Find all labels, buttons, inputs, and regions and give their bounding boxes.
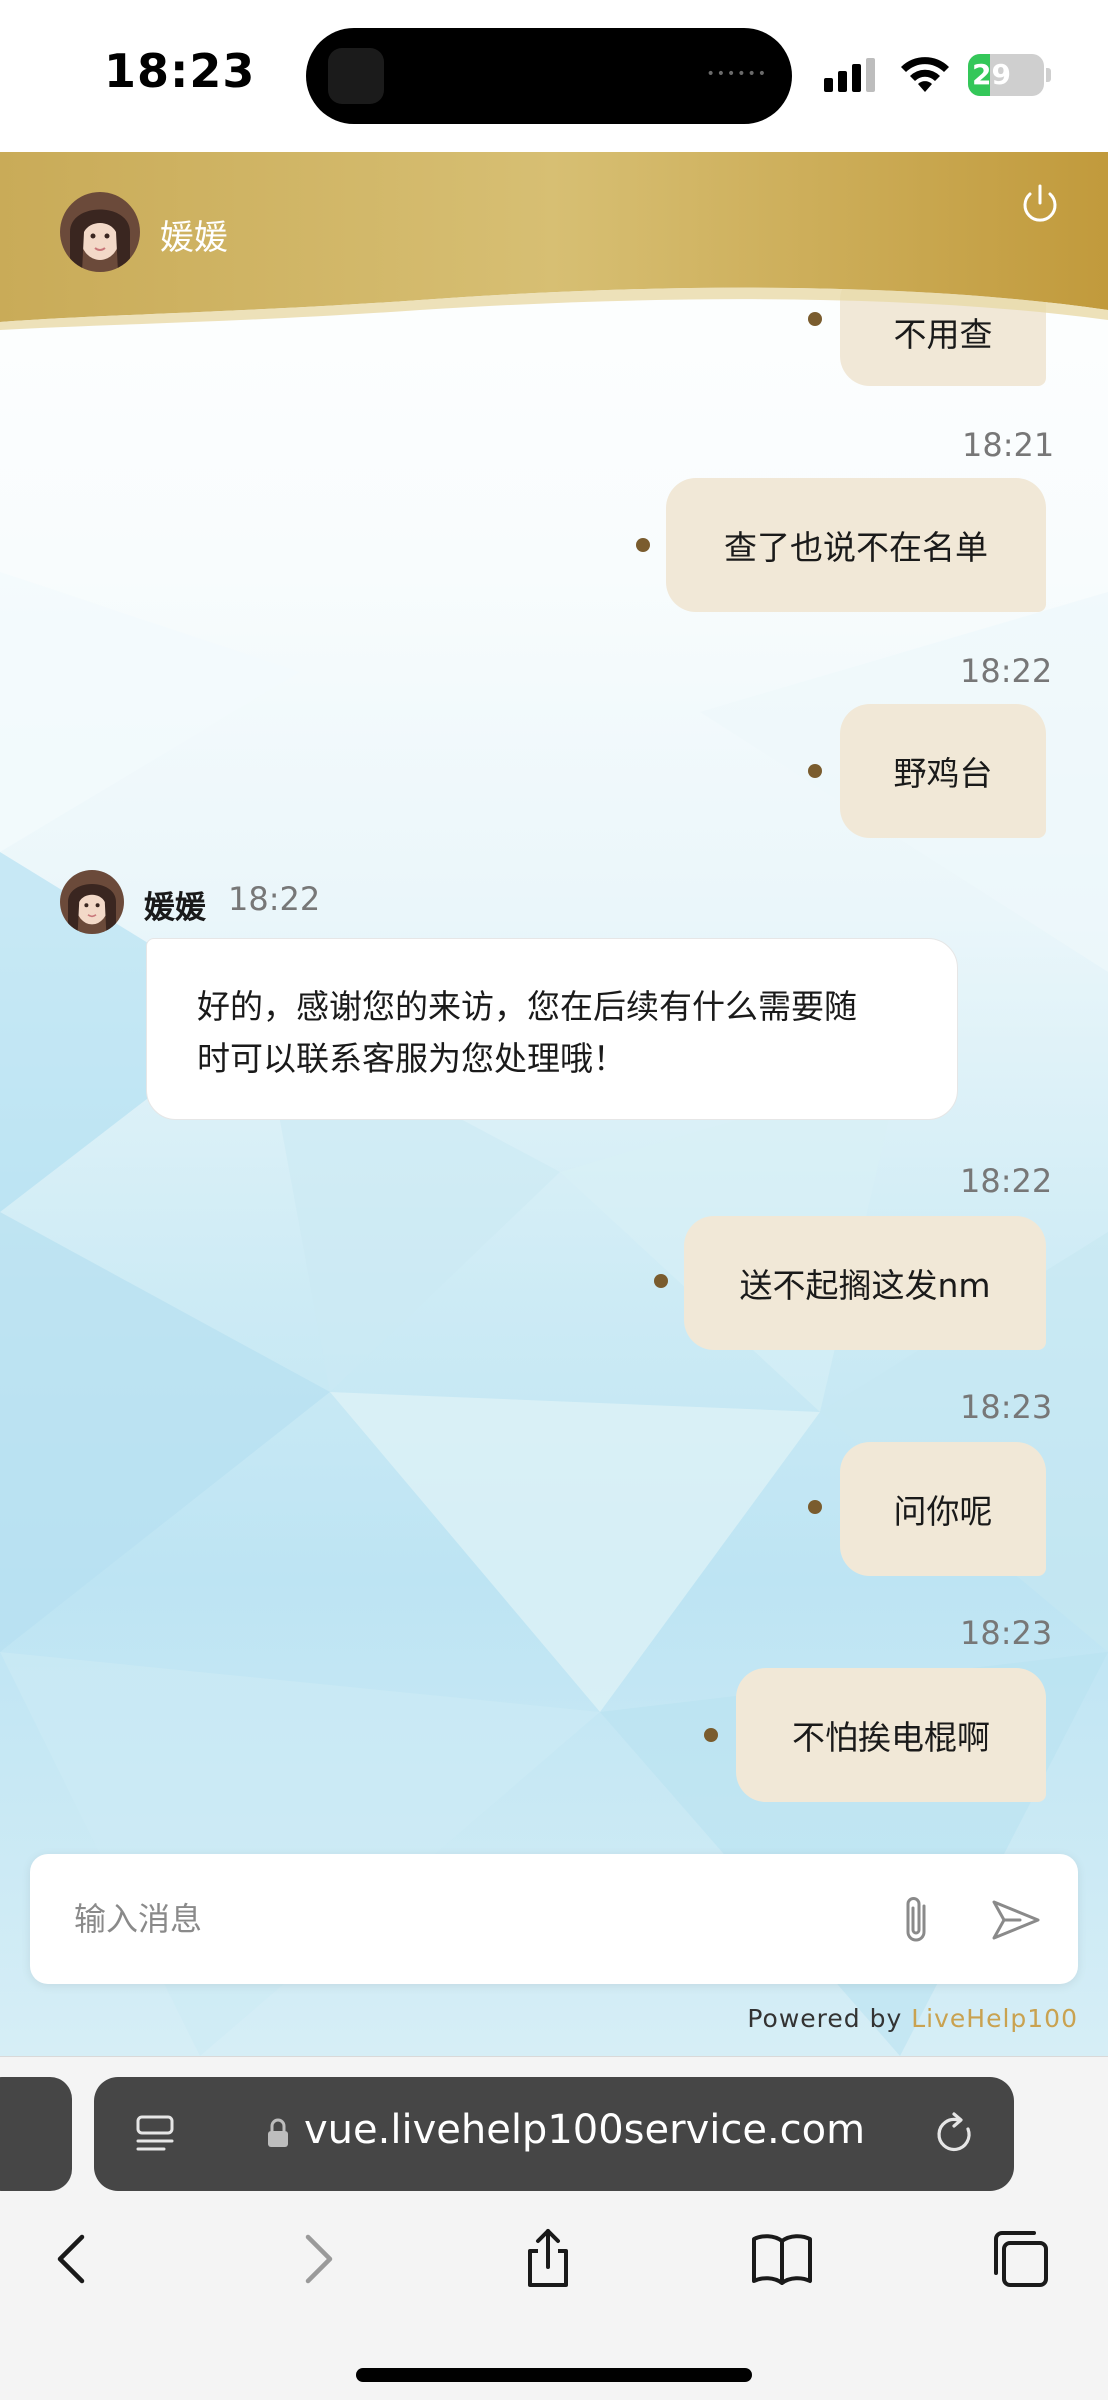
browser-toolbar: vue.livehelp100service.com [0, 2056, 1108, 2400]
message-bubble-outgoing[interactable]: 不怕挨电棍啊 [736, 1668, 1046, 1802]
address-bar[interactable]: vue.livehelp100service.com [94, 2077, 1014, 2191]
lock-icon [268, 2118, 288, 2147]
powered-by: Powered by LiveHelp100 [747, 2004, 1078, 2033]
message-text-line: 时可以联系客服为您处理哦！ [197, 1039, 626, 1078]
message-time: 18:23 [960, 1388, 1053, 1426]
back-icon[interactable] [42, 2227, 106, 2291]
message-text: 不怕挨电棍啊 [792, 1718, 990, 1757]
message-bubble-outgoing[interactable]: 查了也说不在名单 [666, 478, 1046, 612]
brand-link[interactable]: LiveHelp100 [911, 2004, 1078, 2033]
message-bubble-outgoing[interactable]: 野鸡台 [840, 704, 1046, 838]
camera-icon [328, 48, 384, 104]
chat-header: 媛媛 [0, 152, 1108, 330]
message-time: 18:23 [960, 1614, 1053, 1652]
message-input[interactable] [74, 1884, 854, 1954]
url-text: vue.livehelp100service.com [304, 2107, 866, 2153]
message-time: 18:22 [960, 1162, 1053, 1200]
read-indicator [808, 1500, 822, 1514]
message-text-line: 好的，感谢您的来访，您在后续有什么需要随 [197, 987, 857, 1026]
message-bubble-incoming[interactable]: 好的，感谢您的来访，您在后续有什么需要随 时可以联系客服为您处理哦！ [146, 938, 958, 1120]
forward-icon[interactable] [284, 2227, 348, 2291]
reload-icon[interactable] [932, 2111, 978, 2157]
home-indicator[interactable] [356, 2368, 752, 2382]
message-time: 18:21 [962, 426, 1055, 464]
message-time: 18:22 [228, 880, 321, 918]
wifi-icon [901, 57, 949, 92]
reader-icon[interactable] [134, 2113, 176, 2157]
dynamic-island: •••••• [306, 28, 792, 124]
signal-icon [824, 58, 875, 92]
bookmarks-icon[interactable] [750, 2227, 814, 2291]
message-text: 野鸡台 [893, 754, 993, 793]
read-indicator [704, 1728, 718, 1742]
read-indicator [636, 538, 650, 552]
tabs-icon[interactable] [988, 2227, 1052, 2291]
power-icon[interactable] [1018, 182, 1062, 226]
message-text: 问你呢 [893, 1492, 993, 1531]
message-bubble-outgoing[interactable]: 问你呢 [840, 1442, 1046, 1576]
status-bar: 18:23 •••••• 29 [0, 0, 1108, 152]
powered-prefix: Powered by [747, 2004, 903, 2033]
message-bubble-outgoing[interactable]: 送不起搁这发nm [684, 1216, 1046, 1350]
avatar[interactable] [60, 870, 124, 934]
message-composer [30, 1854, 1078, 1984]
avatar[interactable] [60, 192, 140, 272]
previous-tab-preview[interactable] [0, 2077, 72, 2191]
send-icon[interactable] [986, 1890, 1046, 1950]
battery-percent: 29 [972, 58, 1011, 91]
message-time: 18:22 [960, 652, 1053, 690]
message-text: 查了也说不在名单 [724, 528, 988, 567]
read-indicator [654, 1274, 668, 1288]
read-indicator [808, 764, 822, 778]
sender-name: 媛媛 [144, 890, 206, 926]
battery-charging-icon: 29 [968, 54, 1051, 96]
header-agent-name: 媛媛 [160, 218, 228, 258]
status-time: 18:23 [104, 44, 256, 98]
share-icon[interactable] [516, 2227, 580, 2291]
paperclip-icon[interactable] [888, 1890, 948, 1950]
island-dots: •••••• [706, 66, 768, 82]
message-text: 送不起搁这发nm [739, 1266, 991, 1305]
